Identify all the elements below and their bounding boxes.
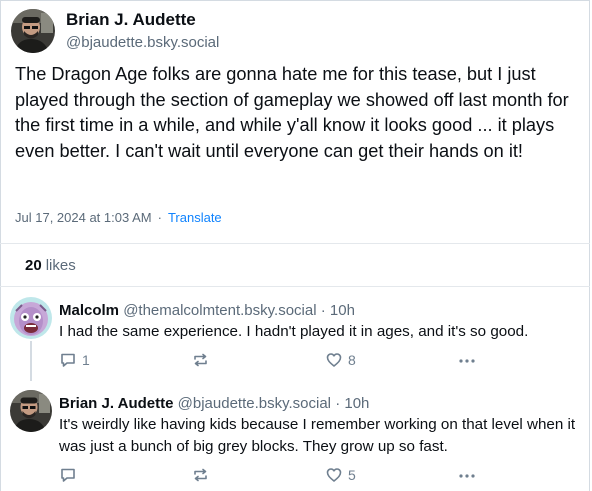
- thread-line: [30, 341, 32, 381]
- likes-label: likes: [45, 257, 76, 274]
- more-options-button[interactable]: [458, 467, 476, 483]
- author-avatar[interactable]: [11, 9, 55, 53]
- repost-arrows-icon: [194, 468, 207, 482]
- ellipsis-icon: [459, 474, 475, 478]
- repost-arrows-icon: [194, 353, 207, 367]
- reply-author-handle[interactable]: @themalcolmtent.bsky.social: [123, 302, 316, 319]
- reply-count: 1: [82, 352, 90, 368]
- reply-button[interactable]: 1: [60, 352, 90, 368]
- more-options-button[interactable]: [458, 352, 476, 368]
- reply-author-name[interactable]: Brian J. Audette: [59, 395, 173, 412]
- divider: [0, 243, 590, 244]
- ellipsis-icon: [459, 359, 475, 363]
- post-timestamp[interactable]: Jul 17, 2024 at 1:03 AM: [15, 210, 152, 225]
- likes-count: 20: [25, 257, 42, 274]
- author-name[interactable]: Brian J. Audette: [66, 10, 196, 30]
- speech-bubble-icon: [61, 468, 75, 482]
- post-text: The Dragon Age folks are gonna hate me f…: [15, 64, 569, 161]
- heart-icon: [326, 468, 342, 482]
- translate-link[interactable]: Translate: [168, 210, 222, 225]
- reply-text: I had the same experience. I hadn't play…: [59, 323, 529, 340]
- like-count: 8: [348, 352, 356, 368]
- likes-summary[interactable]: 20 likes: [25, 257, 76, 274]
- author-handle[interactable]: @bjaudette.bsky.social: [66, 34, 219, 51]
- meta-separator: ·: [157, 210, 162, 225]
- reply-button[interactable]: [60, 467, 82, 483]
- reply-avatar[interactable]: [10, 297, 52, 339]
- like-count: 5: [348, 467, 356, 483]
- like-button[interactable]: 5: [326, 467, 356, 483]
- reply-avatar[interactable]: [10, 390, 52, 432]
- reply-age[interactable]: · 10h: [335, 395, 369, 412]
- reply-header: Brian J. Audette @bjaudette.bsky.social …: [59, 395, 369, 412]
- reply-age[interactable]: · 10h: [321, 302, 355, 319]
- heart-icon: [326, 353, 342, 367]
- repost-button[interactable]: [192, 352, 215, 368]
- reply-text: It's weirdly like having kids because I …: [59, 416, 576, 455]
- repost-button[interactable]: [192, 467, 215, 483]
- speech-bubble-icon: [61, 353, 75, 367]
- reply-header: Malcolm @themalcolmtent.bsky.social · 10…: [59, 302, 355, 319]
- like-button[interactable]: 8: [326, 352, 356, 368]
- reply-author-handle[interactable]: @bjaudette.bsky.social: [178, 395, 331, 412]
- reply-author-name[interactable]: Malcolm: [59, 302, 119, 319]
- divider: [0, 286, 590, 287]
- post-meta: Jul 17, 2024 at 1:03 AM · Translate: [15, 210, 222, 225]
